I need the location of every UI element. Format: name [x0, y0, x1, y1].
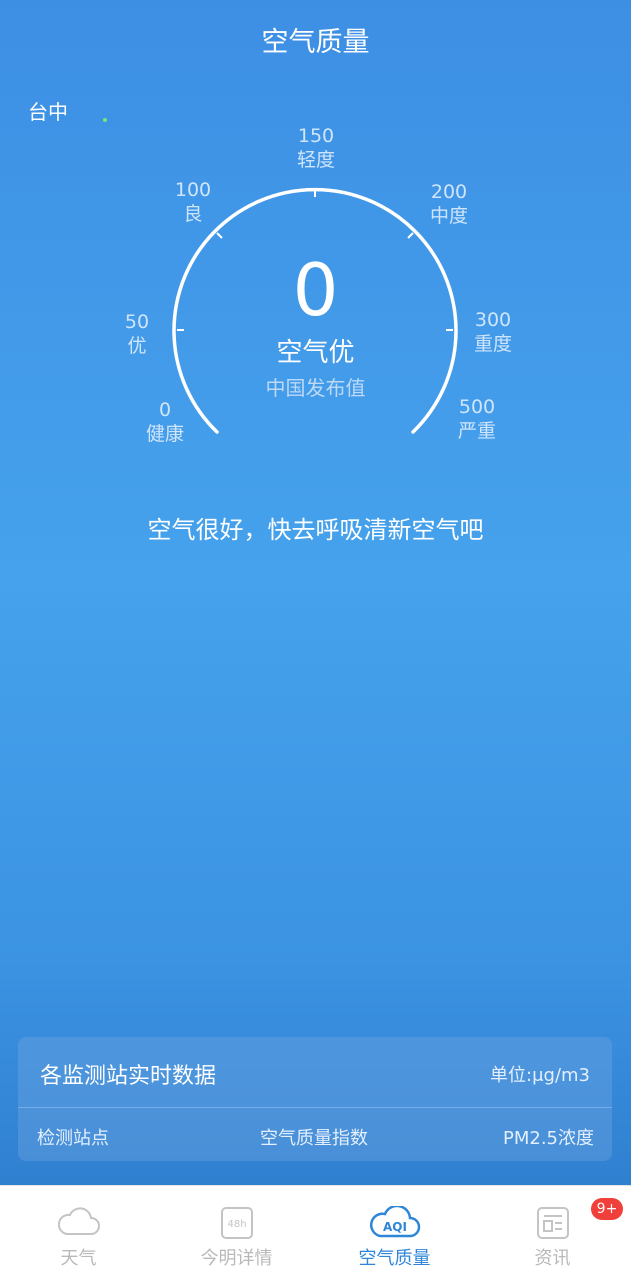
column-station: 检测站点 — [37, 1128, 109, 1149]
tab-label: 今明详情 — [200, 1248, 273, 1269]
cloud-icon — [57, 1206, 101, 1242]
tick-label: 轻度 — [296, 149, 336, 171]
tick-label: 良 — [183, 203, 203, 225]
tick-0: 0 健康 — [146, 398, 184, 446]
station-panel-title: 各监测站实时数据 — [40, 1064, 217, 1089]
tab-48h-details[interactable]: 48h 今明详情 — [158, 1186, 315, 1281]
news-icon — [536, 1206, 570, 1244]
tick-100: 100 良 — [175, 178, 211, 226]
tick-500: 500 严重 — [458, 395, 496, 443]
tick-label: 健康 — [145, 423, 185, 445]
tick-label: 中度 — [429, 205, 469, 227]
aqi-level: 空气优 — [276, 338, 355, 368]
aqi-value: 0 — [292, 248, 339, 332]
aqi-gauge: 0 健康 50 优 100 良 150 轻度 200 中度 300 重度 500… — [0, 0, 631, 470]
tick-value: 150 — [297, 125, 335, 147]
tick-label: 严重 — [457, 420, 497, 442]
tick-150: 150 轻度 — [297, 124, 335, 172]
tab-weather[interactable]: 天气 — [0, 1186, 157, 1281]
station-unit: 单位:μg/m3 — [490, 1065, 590, 1086]
tab-label: 空气质量 — [358, 1248, 431, 1269]
bottom-tab-bar: 天气 48h 今明详情 AQI 空气质量 资讯 — [0, 1185, 631, 1281]
tick-value: 100 — [174, 179, 212, 201]
aqi-icon-text: AQI — [383, 1220, 407, 1234]
station-panel: 各监测站实时数据 单位:μg/m3 检测站点 空气质量指数 PM2.5浓度 — [18, 1037, 612, 1161]
news-badge: 9+ — [591, 1198, 623, 1220]
tick-200: 200 中度 — [430, 180, 468, 228]
tick-value: 0 — [158, 399, 172, 421]
48h-icon: 48h — [220, 1206, 254, 1244]
tab-label: 天气 — [60, 1248, 97, 1269]
column-aqi: 空气质量指数 — [260, 1128, 368, 1149]
air-advice: 空气很好，快去呼吸清新空气吧 — [147, 516, 484, 544]
aqi-source: 中国发布值 — [265, 376, 366, 400]
aqi-cloud-icon: AQI — [369, 1204, 421, 1244]
tab-air-quality[interactable]: AQI 空气质量 — [316, 1186, 473, 1281]
station-panel-header: 各监测站实时数据 单位:μg/m3 — [18, 1037, 612, 1108]
column-pm25: PM2.5浓度 — [502, 1128, 594, 1149]
48h-icon-text: 48h — [227, 1219, 246, 1230]
tab-label: 资讯 — [534, 1248, 571, 1269]
tick-value: 200 — [430, 181, 468, 203]
